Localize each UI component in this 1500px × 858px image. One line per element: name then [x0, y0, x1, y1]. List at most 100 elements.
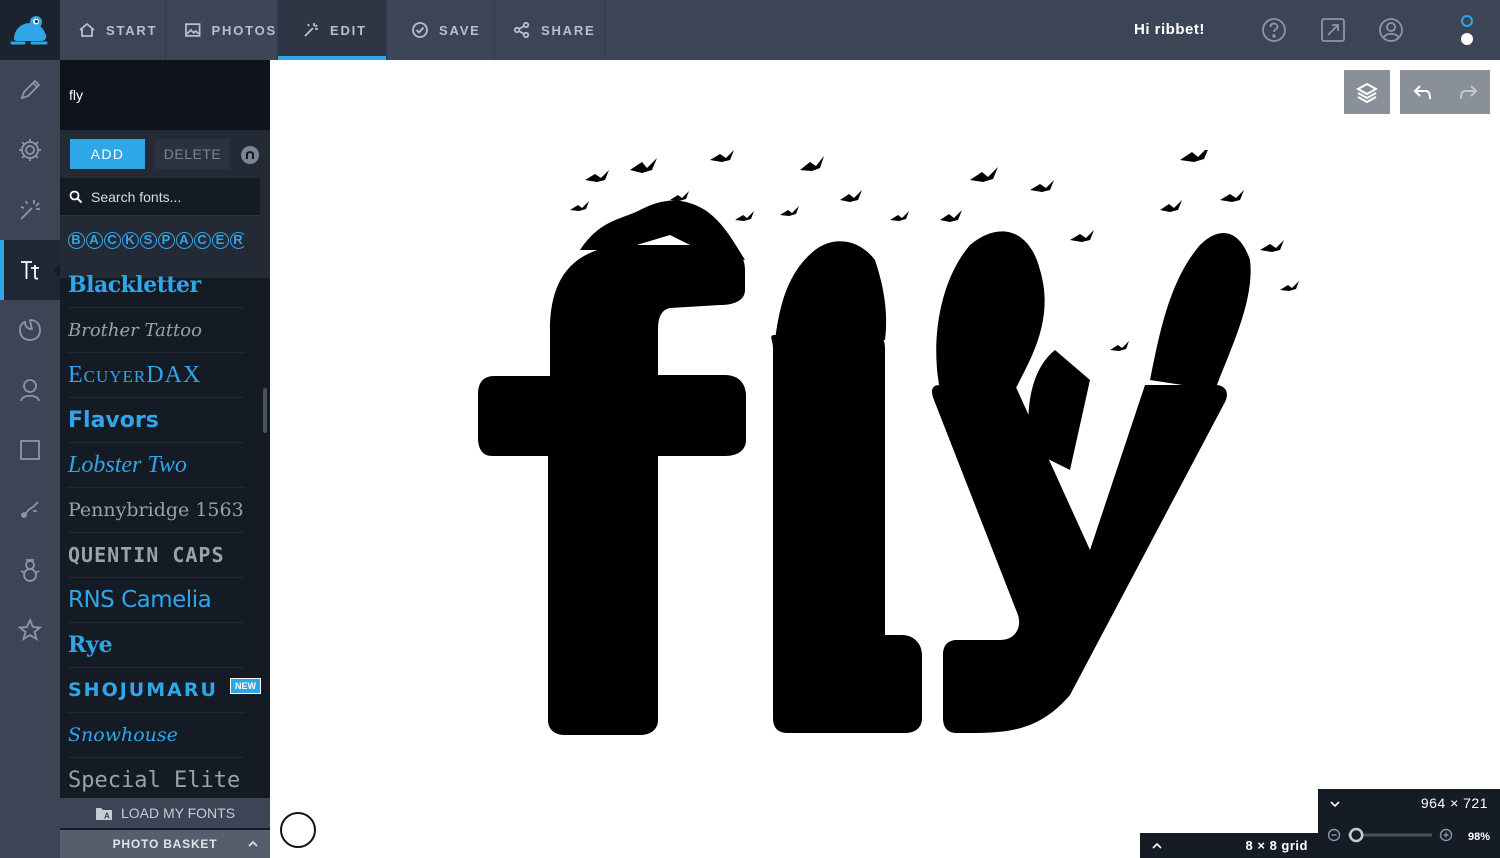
zoom-slider-knob — [1348, 827, 1364, 843]
star-icon — [17, 617, 43, 641]
check-circle-icon — [412, 22, 428, 38]
snowman-icon — [20, 559, 40, 582]
editor-canvas[interactable]: 8 × 8 grid 964 × 721 98% — [270, 60, 1500, 858]
rail-basic-edits[interactable] — [0, 60, 60, 120]
add-text-button[interactable]: ADD — [70, 139, 145, 169]
font-item-brother-tattoo[interactable]: Brother Tattoo — [68, 308, 244, 353]
top-bar: START PHOTOS EDIT SAVE SHARE Hi ribbet! — [0, 0, 1500, 60]
rail-seasonal[interactable] — [0, 540, 60, 600]
font-item-backspacer[interactable]: BACKSPACER — [68, 218, 244, 263]
tab-edit[interactable]: EDIT — [278, 0, 387, 60]
new-badge: NEW — [230, 678, 261, 694]
load-my-fonts-label: LOAD MY FONTS — [120, 805, 236, 821]
rail-stickers[interactable] — [0, 300, 60, 360]
grid-label: 8 × 8 grid — [1245, 838, 1308, 853]
font-item-rye[interactable]: Rye — [68, 623, 244, 668]
theme-dot-filled-icon[interactable] — [1461, 33, 1473, 45]
gear-icon — [19, 139, 41, 161]
font-item-label: Snowhouse — [68, 724, 178, 746]
home-icon — [79, 22, 95, 37]
font-item-ecuyerdax[interactable]: EcuyerDAX — [68, 353, 244, 398]
pencil-icon — [20, 79, 41, 100]
font-item-snowhouse[interactable]: Snowhouse — [68, 713, 244, 758]
font-item-pennybridge[interactable]: Pennybridge 1563 — [68, 488, 244, 533]
frame-icon — [20, 440, 40, 460]
font-item-label: Lobster Two — [68, 451, 187, 478]
font-item-label: Blackletter — [68, 272, 201, 298]
font-item-rns-camelia[interactable]: RNS Camelia — [68, 578, 244, 623]
font-item-label: BACKSPACER — [68, 231, 244, 249]
rail-frames[interactable] — [0, 420, 60, 480]
rail-advanced-edits[interactable] — [0, 120, 60, 180]
portrait-icon — [20, 379, 40, 402]
font-item-lobster-two[interactable]: Lobster Two — [68, 443, 244, 488]
font-item-label: EcuyerDAX — [68, 361, 202, 388]
magic-wand-icon — [20, 200, 40, 220]
font-item-flavors[interactable]: Flavors — [68, 398, 244, 443]
account-icon[interactable] — [1378, 17, 1404, 43]
svg-text:A: A — [104, 812, 110, 821]
texture-icon — [21, 501, 39, 518]
help-icon[interactable] — [1261, 17, 1287, 43]
photo-basket-label: PHOTO BASKET — [112, 837, 218, 851]
search-icon — [69, 190, 83, 203]
tab-share-label: SHARE — [541, 22, 596, 38]
font-item-label: Rye — [68, 632, 113, 658]
rail-favorites[interactable] — [0, 600, 60, 660]
font-item-label: Special Elite — [68, 767, 241, 793]
font-item-shojumaru[interactable]: SHOJUMARU — [68, 668, 244, 713]
zoom-slider[interactable] — [1328, 827, 1458, 843]
font-item-label: Pennybridge 1563 — [68, 499, 244, 521]
share-icon — [513, 21, 530, 39]
grid-toggle[interactable]: 8 × 8 grid — [1140, 833, 1318, 858]
font-search — [60, 178, 260, 216]
text-panel: ADD DELETE BACKSPACER Blackletter Brothe… — [60, 60, 270, 858]
photo-basket-toggle[interactable]: PHOTO BASKET — [60, 830, 270, 858]
theme-dot-outline-icon[interactable] — [1461, 15, 1473, 27]
undo-icon — [1413, 85, 1431, 100]
frog-logo-icon[interactable] — [0, 0, 60, 60]
rail-textures[interactable] — [0, 480, 60, 540]
layers-button[interactable] — [1344, 70, 1390, 114]
tab-save[interactable]: SAVE — [387, 0, 495, 60]
app-root: START PHOTOS EDIT SAVE SHARE Hi ribbet! — [0, 0, 1500, 858]
font-search-input[interactable] — [91, 188, 251, 205]
text-icon — [21, 261, 39, 280]
font-item-label: SHOJUMARU — [68, 679, 218, 701]
font-item-label: QUENTIN CAPS — [68, 543, 225, 567]
font-list-scrollbar[interactable] — [263, 388, 267, 433]
zoom-panel: 964 × 721 98% — [1318, 789, 1500, 858]
font-item-special-elite[interactable]: Special Elite — [68, 758, 244, 800]
tab-photos-label: PHOTOS — [211, 22, 277, 38]
image-dimensions: 964 × 721 — [1420, 795, 1488, 811]
rail-text[interactable] — [0, 240, 60, 300]
chevron-up-icon — [248, 840, 258, 847]
undo-redo-button[interactable] — [1400, 70, 1490, 114]
rail-touch-up[interactable] — [0, 360, 60, 420]
magnet-icon[interactable] — [241, 146, 259, 164]
delete-text-button[interactable]: DELETE — [155, 139, 230, 169]
tab-start-label: START — [106, 22, 158, 38]
photo-icon — [185, 23, 201, 37]
load-my-fonts-button[interactable]: A LOAD MY FONTS — [60, 798, 270, 828]
tool-rail — [0, 60, 60, 858]
magic-wand-icon — [304, 23, 318, 37]
font-list: BACKSPACER Blackletter Brother Tattoo Ec… — [60, 218, 260, 800]
pan-tool-icon[interactable] — [280, 812, 316, 848]
chevron-down-icon[interactable] — [1330, 799, 1340, 809]
font-item-label: Flavors — [68, 407, 159, 433]
sticker-icon — [19, 319, 41, 341]
text-content-input[interactable] — [60, 60, 270, 130]
fullscreen-icon[interactable] — [1320, 17, 1346, 43]
rail-effects[interactable] — [0, 180, 60, 240]
fly-text-artwork[interactable] — [470, 150, 1310, 750]
font-item-blackletter[interactable]: Blackletter — [68, 263, 244, 308]
tab-share[interactable]: SHARE — [495, 0, 605, 60]
tab-photos[interactable]: PHOTOS — [166, 0, 278, 60]
redo-icon — [1459, 85, 1477, 100]
user-greeting[interactable]: Hi ribbet! — [1134, 21, 1205, 38]
font-item-quentin-caps[interactable]: QUENTIN CAPS — [68, 533, 244, 578]
tab-start[interactable]: START — [60, 0, 166, 60]
chevron-up-icon — [1152, 842, 1162, 849]
zoom-percent-label: 98% — [1467, 831, 1490, 843]
